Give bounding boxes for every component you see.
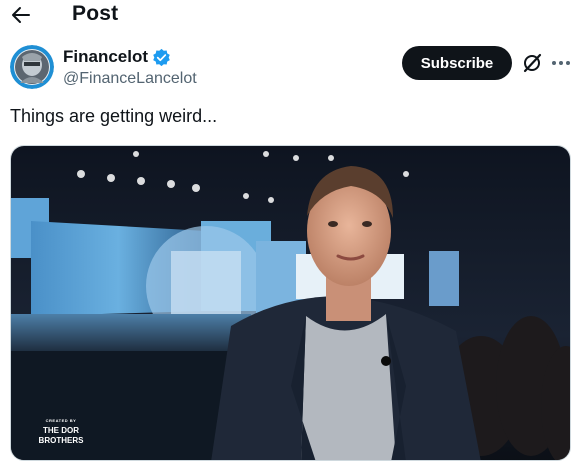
video-watermark: CREATED BY THE DOR BROTHERS	[29, 416, 93, 446]
display-name[interactable]: Financelot	[63, 47, 148, 67]
top-bar: Post	[0, 0, 579, 34]
avatar[interactable]	[10, 45, 54, 89]
verified-badge-icon	[153, 48, 170, 66]
grok-icon	[523, 53, 542, 73]
watermark-line-1: THE DOR	[43, 426, 79, 435]
watermark-caption: CREATED BY	[45, 418, 77, 423]
grok-button[interactable]	[521, 52, 543, 74]
name-row: Financelot	[63, 47, 171, 67]
watermark-line-2: BROTHERS	[38, 436, 84, 445]
back-arrow-icon	[12, 7, 30, 23]
post-author: Financelot @FinanceLancelot Subscribe	[10, 44, 570, 94]
user-handle[interactable]: @FinanceLancelot	[63, 70, 197, 88]
subscribe-button[interactable]: Subscribe	[402, 46, 512, 80]
more-icon	[552, 61, 570, 65]
back-button[interactable]	[9, 4, 33, 26]
post-video[interactable]: CREATED BY THE DOR BROTHERS	[10, 145, 571, 461]
more-options-button[interactable]	[549, 52, 573, 74]
page-title: Post	[72, 2, 119, 25]
video-frame	[11, 146, 570, 460]
post-text: Things are getting weird...	[10, 106, 218, 126]
